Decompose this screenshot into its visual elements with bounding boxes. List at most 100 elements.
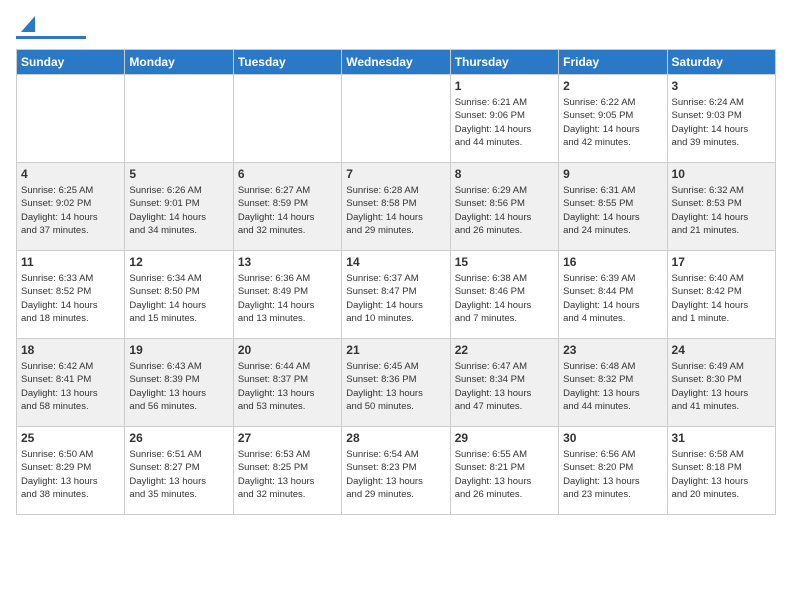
day-number: 27 — [238, 431, 337, 445]
day-info: Sunrise: 6:40 AM Sunset: 8:42 PM Dayligh… — [672, 272, 771, 325]
calendar-cell: 28Sunrise: 6:54 AM Sunset: 8:23 PM Dayli… — [342, 427, 450, 515]
calendar-cell: 7 Sunrise: 6:28 AM Sunset: 8:58 PM Daylig… — [342, 163, 450, 251]
calendar-week-4: 18 Sunrise: 6:42 AM Sunset: 8:41 PM Dayli… — [17, 339, 776, 427]
calendar-cell — [342, 75, 450, 163]
logo-underline — [16, 36, 86, 39]
day-header-sunday: Sunday — [17, 50, 125, 75]
day-info: Sunrise: 6:42 AM Sunset: 8:41 PM Dayligh… — [21, 360, 120, 413]
day-info: Sunrise: 6:29 AM Sunset: 8:56 PM Dayligh… — [455, 184, 554, 237]
calendar-cell: 12 Sunrise: 6:34 AM Sunset: 8:50 PM Dayli… — [125, 251, 233, 339]
calendar-cell: 20Sunrise: 6:44 AM Sunset: 8:37 PM Dayli… — [233, 339, 341, 427]
day-info: Sunrise: 6:53 AM Sunset: 8:25 PM Dayligh… — [238, 448, 337, 501]
day-info: Sunrise: 6:58 AM Sunset: 8:18 PM Dayligh… — [672, 448, 771, 501]
day-info: Sunrise: 6:47 AM Sunset: 8:34 PM Dayligh… — [455, 360, 554, 413]
day-info: Sunrise: 6:25 AM Sunset: 9:02 PM Dayligh… — [21, 184, 120, 237]
calendar-table: SundayMondayTuesdayWednesdayThursdayFrid… — [16, 49, 776, 515]
day-info: Sunrise: 6:21 AM Sunset: 9:06 PM Dayligh… — [455, 96, 554, 149]
calendar-cell: 14 Sunrise: 6:37 AM Sunset: 8:47 PM Dayli… — [342, 251, 450, 339]
day-number: 5 — [129, 167, 228, 181]
calendar-cell: 9Sunrise: 6:31 AM Sunset: 8:55 PM Daylig… — [559, 163, 667, 251]
calendar-cell: 29 Sunrise: 6:55 AM Sunset: 8:21 PM Dayli… — [450, 427, 558, 515]
day-info: Sunrise: 6:49 AM Sunset: 8:30 PM Dayligh… — [672, 360, 771, 413]
calendar-cell: 16Sunrise: 6:39 AM Sunset: 8:44 PM Dayli… — [559, 251, 667, 339]
day-info: Sunrise: 6:44 AM Sunset: 8:37 PM Dayligh… — [238, 360, 337, 413]
day-number: 14 — [346, 255, 445, 269]
calendar-week-3: 11 Sunrise: 6:33 AM Sunset: 8:52 PM Dayli… — [17, 251, 776, 339]
logo — [16, 16, 86, 39]
day-info: Sunrise: 6:55 AM Sunset: 8:21 PM Dayligh… — [455, 448, 554, 501]
day-info: Sunrise: 6:33 AM Sunset: 8:52 PM Dayligh… — [21, 272, 120, 325]
day-number: 1 — [455, 79, 554, 93]
day-info: Sunrise: 6:31 AM Sunset: 8:55 PM Dayligh… — [563, 184, 662, 237]
day-info: Sunrise: 6:50 AM Sunset: 8:29 PM Dayligh… — [21, 448, 120, 501]
calendar-cell: 10 Sunrise: 6:32 AM Sunset: 8:53 PM Dayli… — [667, 163, 775, 251]
calendar-cell: 25 Sunrise: 6:50 AM Sunset: 8:29 PM Dayli… — [17, 427, 125, 515]
day-info: Sunrise: 6:24 AM Sunset: 9:03 PM Dayligh… — [672, 96, 771, 149]
day-header-monday: Monday — [125, 50, 233, 75]
calendar-cell: 15Sunrise: 6:38 AM Sunset: 8:46 PM Dayli… — [450, 251, 558, 339]
calendar-cell: 3Sunrise: 6:24 AM Sunset: 9:03 PM Daylig… — [667, 75, 775, 163]
day-info: Sunrise: 6:45 AM Sunset: 8:36 PM Dayligh… — [346, 360, 445, 413]
day-number: 22 — [455, 343, 554, 357]
day-info: Sunrise: 6:26 AM Sunset: 9:01 PM Dayligh… — [129, 184, 228, 237]
day-header-tuesday: Tuesday — [233, 50, 341, 75]
day-info: Sunrise: 6:37 AM Sunset: 8:47 PM Dayligh… — [346, 272, 445, 325]
calendar-cell: 26Sunrise: 6:51 AM Sunset: 8:27 PM Dayli… — [125, 427, 233, 515]
day-number: 12 — [129, 255, 228, 269]
day-info: Sunrise: 6:38 AM Sunset: 8:46 PM Dayligh… — [455, 272, 554, 325]
day-number: 17 — [672, 255, 771, 269]
calendar-cell: 18 Sunrise: 6:42 AM Sunset: 8:41 PM Dayli… — [17, 339, 125, 427]
calendar-week-1: 1 Sunrise: 6:21 AM Sunset: 9:06 PM Daylig… — [17, 75, 776, 163]
calendar-cell: 13Sunrise: 6:36 AM Sunset: 8:49 PM Dayli… — [233, 251, 341, 339]
day-number: 2 — [563, 79, 662, 93]
day-info: Sunrise: 6:34 AM Sunset: 8:50 PM Dayligh… — [129, 272, 228, 325]
calendar-cell: 21 Sunrise: 6:45 AM Sunset: 8:36 PM Dayli… — [342, 339, 450, 427]
calendar-cell: 23 Sunrise: 6:48 AM Sunset: 8:32 PM Dayli… — [559, 339, 667, 427]
calendar-week-2: 4Sunrise: 6:25 AM Sunset: 9:02 PM Daylig… — [17, 163, 776, 251]
day-number: 10 — [672, 167, 771, 181]
calendar-cell: 31 Sunrise: 6:58 AM Sunset: 8:18 PM Dayli… — [667, 427, 775, 515]
day-header-friday: Friday — [559, 50, 667, 75]
day-number: 24 — [672, 343, 771, 357]
calendar-cell: 8 Sunrise: 6:29 AM Sunset: 8:56 PM Daylig… — [450, 163, 558, 251]
day-number: 7 — [346, 167, 445, 181]
day-number: 21 — [346, 343, 445, 357]
calendar-cell: 2 Sunrise: 6:22 AM Sunset: 9:05 PM Daylig… — [559, 75, 667, 163]
day-info: Sunrise: 6:28 AM Sunset: 8:58 PM Dayligh… — [346, 184, 445, 237]
day-info: Sunrise: 6:56 AM Sunset: 8:20 PM Dayligh… — [563, 448, 662, 501]
calendar-cell: 17 Sunrise: 6:40 AM Sunset: 8:42 PM Dayli… — [667, 251, 775, 339]
calendar-cell — [125, 75, 233, 163]
calendar-cell: 27 Sunrise: 6:53 AM Sunset: 8:25 PM Dayli… — [233, 427, 341, 515]
calendar-cell: 5 Sunrise: 6:26 AM Sunset: 9:01 PM Daylig… — [125, 163, 233, 251]
calendar-week-5: 25 Sunrise: 6:50 AM Sunset: 8:29 PM Dayli… — [17, 427, 776, 515]
calendar-cell: 24 Sunrise: 6:49 AM Sunset: 8:30 PM Dayli… — [667, 339, 775, 427]
day-info: Sunrise: 6:36 AM Sunset: 8:49 PM Dayligh… — [238, 272, 337, 325]
day-header-saturday: Saturday — [667, 50, 775, 75]
day-number: 29 — [455, 431, 554, 445]
calendar-cell — [17, 75, 125, 163]
page-header — [16, 16, 776, 39]
calendar-cell: 30 Sunrise: 6:56 AM Sunset: 8:20 PM Dayli… — [559, 427, 667, 515]
day-number: 18 — [21, 343, 120, 357]
day-number: 6 — [238, 167, 337, 181]
day-info: Sunrise: 6:51 AM Sunset: 8:27 PM Dayligh… — [129, 448, 228, 501]
day-info: Sunrise: 6:32 AM Sunset: 8:53 PM Dayligh… — [672, 184, 771, 237]
day-number: 30 — [563, 431, 662, 445]
day-number: 25 — [21, 431, 120, 445]
day-header-thursday: Thursday — [450, 50, 558, 75]
logo-triangle-icon — [17, 16, 35, 34]
calendar-cell: 22 Sunrise: 6:47 AM Sunset: 8:34 PM Dayli… — [450, 339, 558, 427]
day-info: Sunrise: 6:39 AM Sunset: 8:44 PM Dayligh… — [563, 272, 662, 325]
day-info: Sunrise: 6:22 AM Sunset: 9:05 PM Dayligh… — [563, 96, 662, 149]
day-info: Sunrise: 6:43 AM Sunset: 8:39 PM Dayligh… — [129, 360, 228, 413]
day-info: Sunrise: 6:48 AM Sunset: 8:32 PM Dayligh… — [563, 360, 662, 413]
calendar-cell: 4Sunrise: 6:25 AM Sunset: 9:02 PM Daylig… — [17, 163, 125, 251]
calendar-header-row: SundayMondayTuesdayWednesdayThursdayFrid… — [17, 50, 776, 75]
day-info: Sunrise: 6:27 AM Sunset: 8:59 PM Dayligh… — [238, 184, 337, 237]
day-number: 23 — [563, 343, 662, 357]
day-number: 11 — [21, 255, 120, 269]
day-info: Sunrise: 6:54 AM Sunset: 8:23 PM Dayligh… — [346, 448, 445, 501]
calendar-cell — [233, 75, 341, 163]
day-number: 8 — [455, 167, 554, 181]
day-number: 31 — [672, 431, 771, 445]
